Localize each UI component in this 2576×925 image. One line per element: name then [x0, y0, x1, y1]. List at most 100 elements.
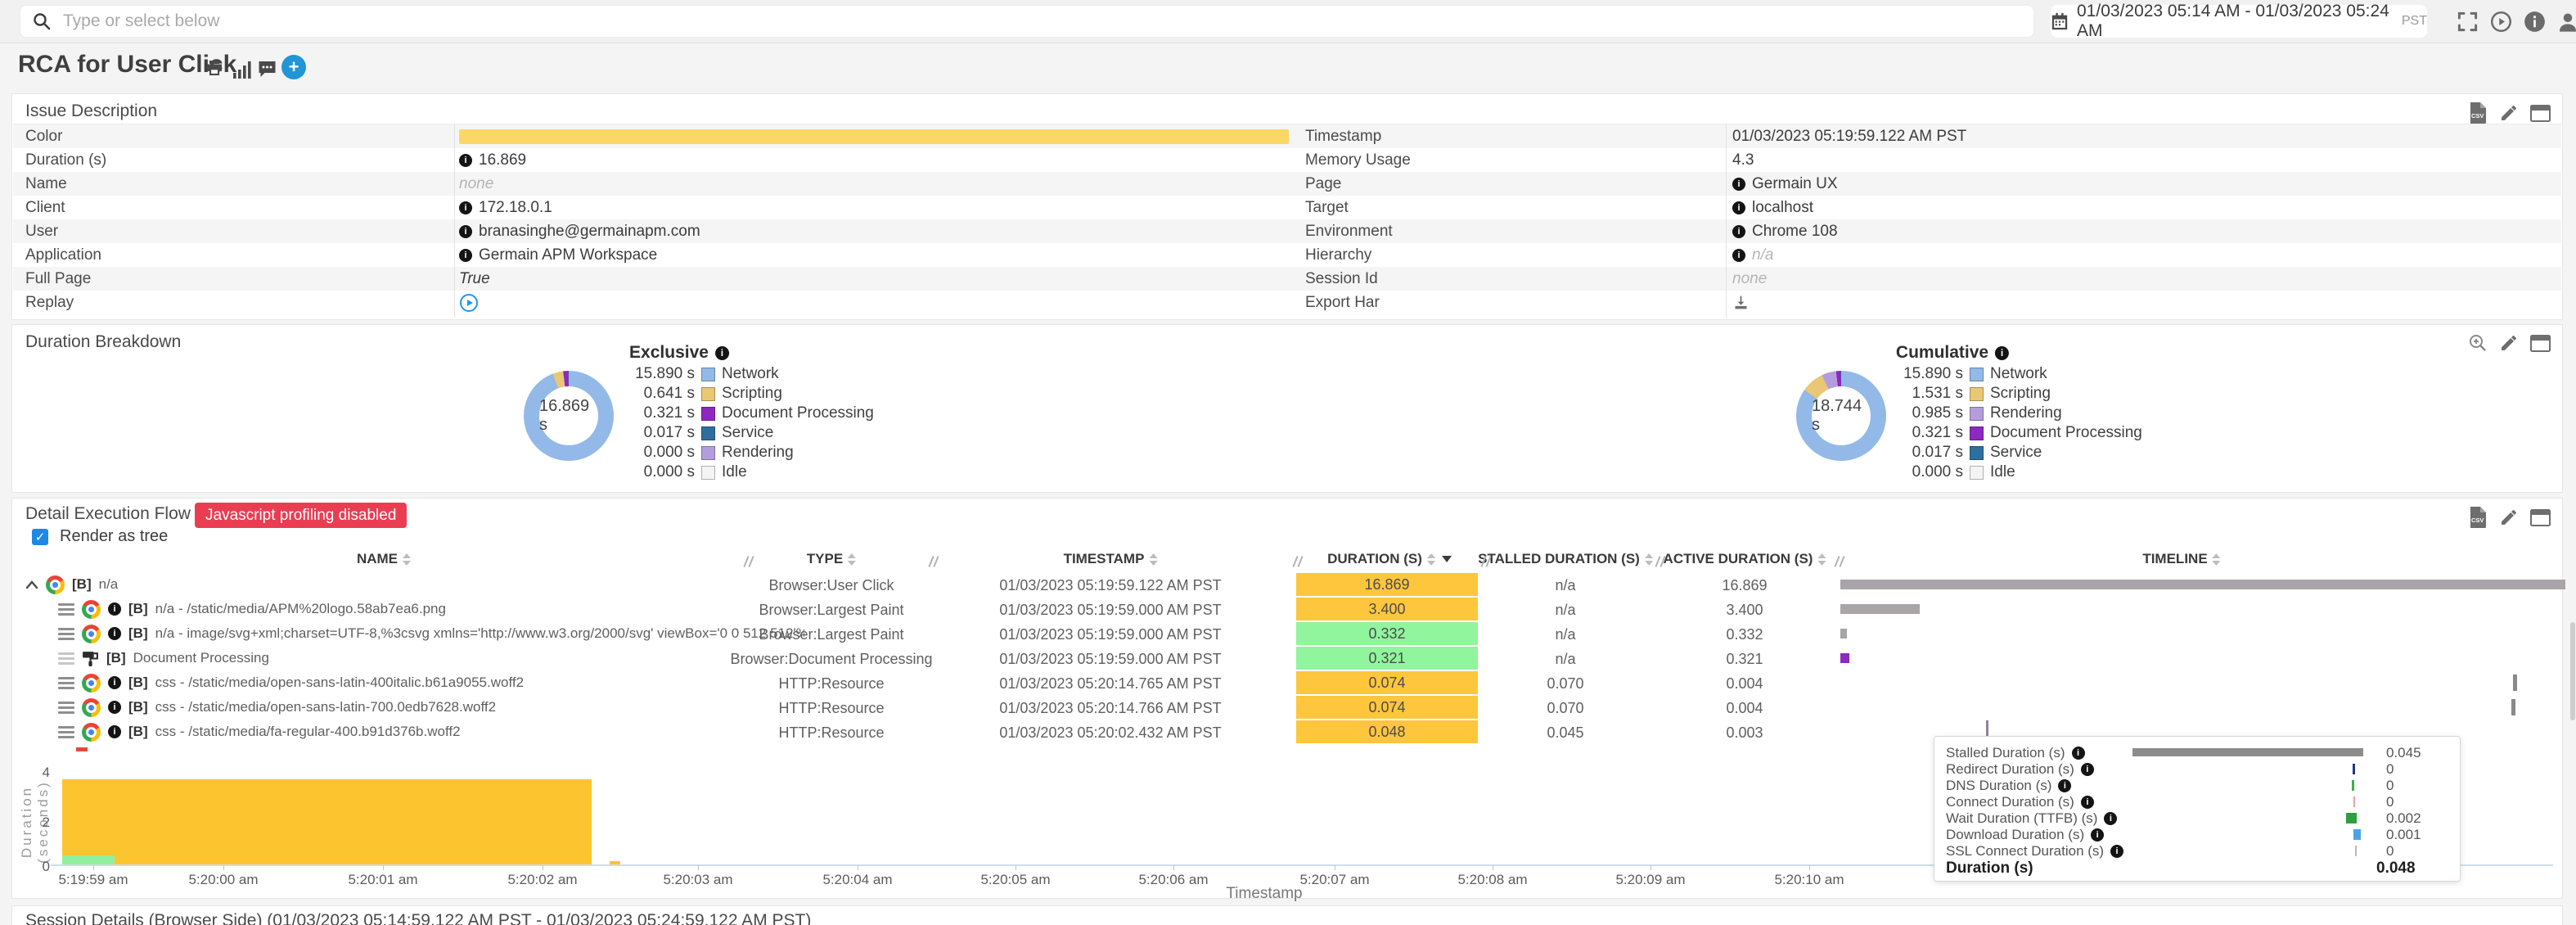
table-row-name[interactable]: [B]Document Processing: [25, 646, 804, 670]
timeline-bar[interactable]: [1840, 629, 1847, 638]
window-icon[interactable]: [2530, 105, 2551, 122]
date-range-picker[interactable]: 01/03/2023 05:14 AM - 01/03/2023 05:24 A…: [2051, 5, 2427, 38]
exclusive-donut-chart[interactable]: 16.869 s: [524, 371, 614, 461]
row-menu-icon[interactable]: [58, 628, 74, 640]
export-csv-icon[interactable]: CSV: [2469, 102, 2488, 124]
replay-play-icon[interactable]: [459, 293, 479, 313]
column-header-active-duration-s-[interactable]: ACTIVE DURATION (S): [1664, 551, 1826, 567]
fullscreen-icon[interactable]: [2457, 11, 2479, 33]
info-icon[interactable]: i: [459, 154, 472, 167]
column-resize-handle[interactable]: [1479, 556, 1493, 568]
chart-bar[interactable]: [62, 855, 115, 864]
column-resize-handle[interactable]: [926, 556, 941, 568]
user-icon[interactable]: [2556, 11, 2576, 34]
event-name: Document Processing: [133, 650, 269, 666]
column-header-timeline[interactable]: TIMELINE: [2142, 551, 2220, 567]
row-menu-icon[interactable]: [58, 726, 74, 738]
info-icon[interactable]: i: [108, 701, 121, 714]
column-resize-handle[interactable]: [1653, 556, 1668, 568]
collapse-chevron-icon[interactable]: [25, 580, 38, 589]
window-icon[interactable]: [2530, 509, 2551, 526]
vertical-scrollbar[interactable]: [2570, 622, 2575, 720]
info-icon[interactable]: i: [1732, 225, 1745, 238]
row-menu-icon[interactable]: [58, 702, 74, 714]
row-menu-icon[interactable]: [58, 652, 74, 665]
timeline-bar[interactable]: [2513, 675, 2517, 691]
table-row-name[interactable]: i[B]n/a - image/svg+xml;charset=UTF-8,%3…: [25, 621, 804, 646]
comment-icon[interactable]: [257, 59, 277, 79]
info-icon[interactable]: i: [1732, 201, 1745, 214]
chart-bar[interactable]: [62, 779, 592, 864]
edit-icon[interactable]: [2499, 508, 2519, 527]
info-icon[interactable]: i: [2110, 845, 2123, 858]
chart-bars-icon[interactable]: [232, 61, 252, 79]
column-resize-handle[interactable]: [741, 556, 756, 568]
sort-icon[interactable]: [1645, 553, 1653, 566]
column-resize-handle[interactable]: [1290, 556, 1305, 568]
info-icon[interactable]: i: [2091, 828, 2104, 842]
window-icon[interactable]: [2530, 335, 2551, 352]
column-header-timestamp[interactable]: TIMESTAMP: [1064, 551, 1158, 567]
info-icon[interactable]: i: [108, 602, 121, 616]
table-row-name[interactable]: i[B]css - /static/media/fa-regular-400.b…: [25, 720, 804, 744]
timeline-bar[interactable]: [2511, 699, 2515, 715]
field-label: User: [25, 223, 58, 241]
legend-swatch: [701, 426, 715, 440]
zoom-icon[interactable]: [2468, 333, 2488, 353]
timeline-bar[interactable]: [1840, 604, 1920, 614]
info-icon[interactable]: i: [108, 676, 121, 689]
cumulative-label: Cumulative: [1896, 343, 1988, 363]
session-details-title: Session Details (Browser Side) (01/03/20…: [25, 911, 811, 925]
column-header-duration-s-[interactable]: DURATION (S): [1327, 551, 1452, 567]
cumulative-donut-chart[interactable]: 18.744 s: [1796, 371, 1886, 461]
field-label: Environment: [1305, 223, 1393, 241]
column-resize-handle[interactable]: [1832, 556, 1847, 568]
global-search[interactable]: [20, 5, 2034, 38]
edit-icon[interactable]: [2499, 103, 2519, 123]
info-icon[interactable]: i: [1995, 346, 2009, 360]
table-row-name[interactable]: i[B]css - /static/media/open-sans-latin-…: [25, 670, 804, 695]
chart-bar[interactable]: [610, 861, 620, 864]
row-menu-icon[interactable]: [58, 677, 74, 689]
play-icon[interactable]: [2490, 11, 2512, 33]
info-icon[interactable]: i: [459, 249, 472, 262]
timeline-bar[interactable]: [1840, 580, 2565, 589]
print-icon[interactable]: [205, 59, 224, 79]
session-details-panel[interactable]: Session Details (Browser Side) (01/03/20…: [11, 905, 2563, 925]
timeline-bar[interactable]: [1840, 653, 1849, 663]
info-icon[interactable]: i: [459, 225, 472, 238]
info-icon[interactable]: i: [2104, 812, 2117, 825]
x-tick-label: 5:19:59 am: [58, 872, 128, 888]
info-icon[interactable]: i: [459, 201, 472, 214]
sort-icon[interactable]: [403, 553, 411, 566]
info-icon[interactable]: i: [715, 346, 729, 360]
info-icon[interactable]: i: [2058, 779, 2071, 792]
sort-icon[interactable]: [2213, 553, 2221, 566]
info-icon[interactable]: i: [108, 627, 121, 640]
column-header-stalled-duration-s-[interactable]: STALLED DURATION (S): [1478, 551, 1653, 567]
sort-icon[interactable]: [1149, 553, 1157, 566]
info-icon[interactable]: i: [1732, 249, 1745, 262]
info-icon[interactable]: i: [2081, 796, 2094, 809]
sort-icon[interactable]: [1427, 553, 1435, 566]
search-input[interactable]: [61, 11, 1866, 32]
render-as-tree-checkbox[interactable]: ✓ Render as tree: [32, 527, 168, 546]
table-row-name[interactable]: [B]n/a: [25, 572, 772, 597]
column-header-type[interactable]: TYPE: [807, 551, 856, 567]
sort-icon[interactable]: [848, 553, 856, 566]
sort-icon[interactable]: [1817, 553, 1826, 566]
column-header-name[interactable]: NAME: [357, 551, 411, 567]
info-icon[interactable]: [2524, 11, 2546, 33]
export-csv-icon[interactable]: CSV: [2469, 507, 2488, 528]
edit-icon[interactable]: [2499, 333, 2519, 353]
add-icon[interactable]: +: [281, 55, 306, 79]
row-menu-icon[interactable]: [58, 603, 74, 616]
download-icon[interactable]: [1732, 294, 1750, 311]
cell-active-duration: 0.003: [1726, 724, 1763, 742]
table-row-name[interactable]: i[B]n/a - /static/media/APM%20logo.58ab7…: [25, 597, 804, 621]
info-icon[interactable]: i: [2072, 747, 2085, 760]
info-icon[interactable]: i: [2081, 763, 2094, 776]
info-icon[interactable]: i: [1732, 178, 1745, 191]
table-row-name[interactable]: i[B]css - /static/media/open-sans-latin-…: [25, 695, 804, 720]
info-icon[interactable]: i: [108, 725, 121, 738]
